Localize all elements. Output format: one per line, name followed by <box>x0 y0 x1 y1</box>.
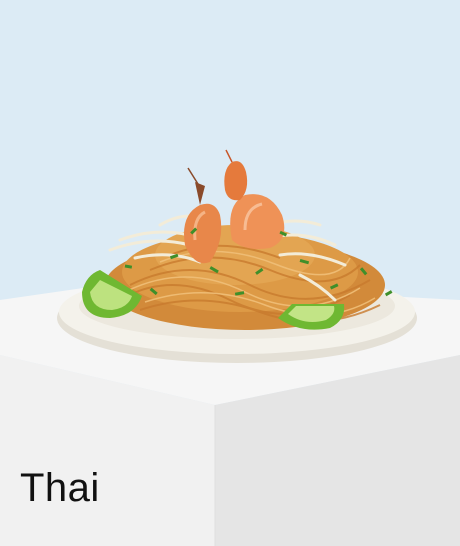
cuisine-card-thai[interactable]: Thai <box>0 0 460 546</box>
category-label: Thai <box>20 466 100 510</box>
food-image <box>0 0 460 546</box>
